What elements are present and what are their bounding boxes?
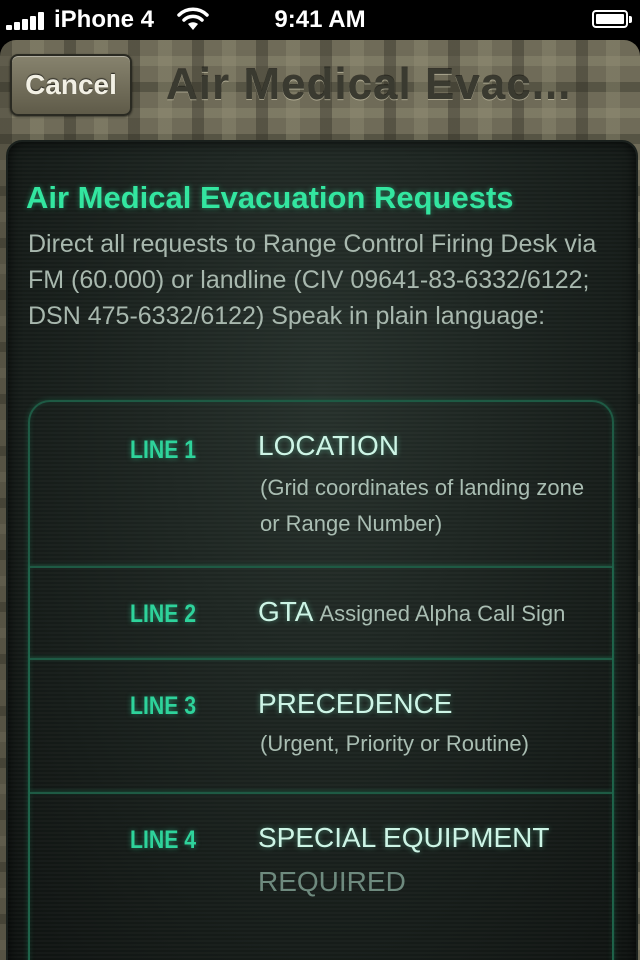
status-time: 9:41 AM [274,6,366,33]
cancel-button[interactable]: Cancel [10,54,132,116]
content-panel[interactable]: Air Medical Evacuation Requests Direct a… [6,140,638,960]
table-row: LINE 3 PRECEDENCE (Urgent, Priority or R… [30,658,612,794]
line-title: GTA Assigned Alpha Call Sign [258,596,565,628]
table-row: LINE 1 LOCATION (Grid coordinates of lan… [30,402,612,566]
line-title: PRECEDENCE [258,688,453,719]
intro-text: Direct all requests to Range Control Fir… [28,230,597,330]
section-heading: Air Medical Evacuation Requests [26,180,514,215]
table-row: LINE 2 GTA Assigned Alpha Call Sign [30,566,612,660]
page-title: Air Medical Evac... [166,60,572,109]
line-label: LINE 4 [130,826,197,854]
table-row: LINE 4 SPECIAL EQUIPMENT REQUIRED [30,792,612,960]
line-label: LINE 3 [130,692,197,720]
line-detail: (Grid coordinates of landing zone or Ran… [260,475,585,536]
line-detail: Assigned Alpha Call Sign [319,601,566,626]
line-label: LINE 1 [130,436,197,464]
line-label: LINE 2 [130,600,197,628]
app-frame: Cancel Air Medical Evac... Air Medical E… [0,40,640,960]
line-title-continued: REQUIRED [258,866,406,897]
line-title-text: GTA [258,596,314,627]
battery-icon [592,10,632,28]
line-detail: (Urgent, Priority or Routine) [260,731,529,756]
line-title: SPECIAL EQUIPMENT [258,822,550,853]
status-bar: iPhone 4 9:41 AM [0,0,640,40]
nine-line-table: LINE 1 LOCATION (Grid coordinates of lan… [28,400,614,960]
navigation-bar: Cancel Air Medical Evac... [0,40,640,132]
line-title: LOCATION [258,430,400,461]
